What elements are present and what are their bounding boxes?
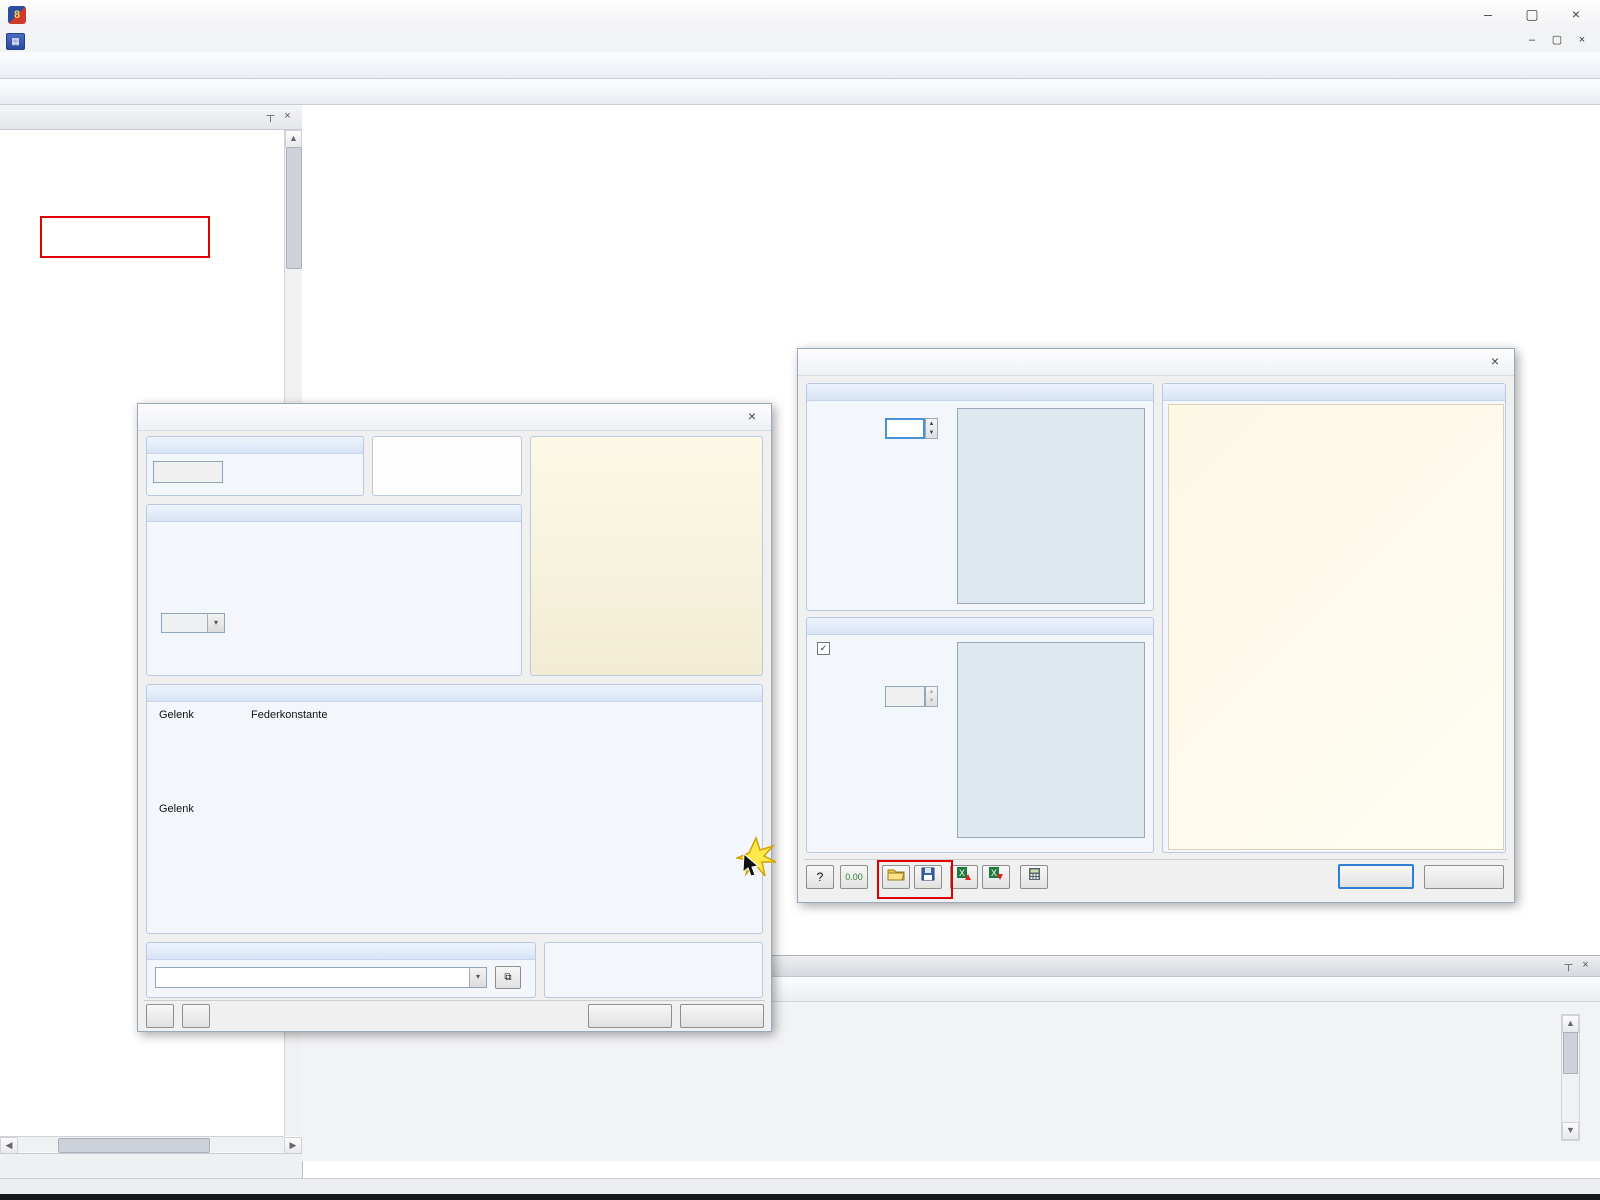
steps-spinner-neg: ▲ ▼ <box>925 686 938 707</box>
group-gelenk-label <box>147 685 762 702</box>
pin-icon[interactable]: ┬ <box>1560 958 1577 974</box>
group-positiver-bereich: ▲ ▼ <box>806 383 1154 611</box>
cancel-button[interactable] <box>680 1004 764 1028</box>
group-kommentar: ▾ ⧉ <box>146 942 536 998</box>
mdi-app-icon: ▦ <box>6 32 25 50</box>
close-icon[interactable]: × <box>1484 352 1506 372</box>
group-empty-top <box>372 436 522 496</box>
navigator-hscrollbar[interactable]: ◀ ▶ <box>0 1137 302 1155</box>
units-button[interactable]: 0.00 <box>840 865 868 889</box>
minimize-button[interactable]: – <box>1466 0 1510 28</box>
mdi-restore-button[interactable]: ▢ <box>1545 32 1569 50</box>
steps-field-neg <box>885 686 925 707</box>
menu-bar: ▦ <box>0 30 1600 53</box>
units-button[interactable] <box>182 1004 210 1028</box>
folge-dropdown[interactable]: ▾ <box>161 613 225 633</box>
hinge-nr-field[interactable] <box>153 461 223 483</box>
excel-export-button[interactable]: X <box>982 865 1010 889</box>
navigator-tabs <box>0 1153 302 1178</box>
symmetric-checkbox[interactable]: ✓ <box>817 642 835 655</box>
close-icon[interactable]: × <box>279 109 296 125</box>
scroll-up-icon[interactable]: ▲ <box>1562 1015 1579 1033</box>
group-gelenkbedingungen: Gelenk Federkonstante Gelenk <box>146 684 763 934</box>
comment-combobox[interactable]: ▾ <box>155 967 487 988</box>
steps-spinner[interactable]: ▲ ▼ <box>925 418 938 439</box>
click-indicator-starburst <box>736 836 776 877</box>
status-bar <box>0 1178 1600 1195</box>
group-bezugssystem: ▾ <box>146 504 522 676</box>
scroll-up-icon[interactable]: ▲ <box>285 130 302 148</box>
close-button[interactable]: × <box>1554 0 1598 28</box>
help-button[interactable] <box>146 1004 174 1028</box>
col-gelenk2-label: Gelenk <box>159 803 194 815</box>
table-vscrollbar[interactable]: ▲ ▼ <box>1561 1014 1580 1141</box>
comment-copy-button[interactable]: ⧉ <box>495 966 521 989</box>
ok-button[interactable] <box>588 1004 672 1028</box>
hinge-illustration <box>530 436 763 676</box>
close-icon[interactable]: × <box>1577 958 1594 974</box>
group-negativer-bereich: ✓ ▲ ▼ <box>806 617 1154 853</box>
navigator-header: ┬ × <box>0 105 302 130</box>
title-bar: 8 – ▢ × <box>0 0 1600 31</box>
mdi-minimize-button[interactable]: – <box>1520 32 1544 50</box>
dialog-title-bar[interactable]: × <box>798 349 1514 376</box>
group-kommentar-label <box>147 943 535 960</box>
toolbar-edit <box>0 79 1600 105</box>
save-diagram-button[interactable] <box>914 865 942 889</box>
svg-text:X: X <box>991 868 997 878</box>
group-nr-label <box>147 437 363 454</box>
col-feder-label: Federkonstante <box>251 709 328 721</box>
bottom-strip <box>0 1194 1600 1200</box>
scroll-down-icon[interactable]: ▼ <box>1562 1122 1579 1140</box>
pos-table[interactable] <box>957 408 1145 604</box>
moment-rotation-diagram <box>1169 405 1501 847</box>
pin-icon[interactable]: ┬ <box>262 109 279 125</box>
steps-field[interactable] <box>885 418 925 439</box>
neg-table[interactable] <box>957 642 1145 838</box>
hinge-axes-illustration <box>531 437 762 675</box>
dialog-nichtlinearitaet: × ▲ ▼ ✓ ▲ ▼ ? 0.00 X X <box>797 348 1515 903</box>
help-button[interactable]: ? <box>806 865 834 889</box>
dialog-title-bar[interactable]: × <box>138 404 771 431</box>
calculator-button[interactable] <box>1020 865 1048 889</box>
svg-text:X: X <box>959 868 965 878</box>
open-diagram-button[interactable] <box>882 865 910 889</box>
cancel-button[interactable] <box>1424 865 1504 889</box>
app-icon: 8 <box>8 6 26 24</box>
group-neg-label <box>807 618 1153 635</box>
group-nr <box>146 436 364 496</box>
group-diagramm <box>1162 383 1506 853</box>
group-bezugssystem-label <box>147 505 521 522</box>
col-gelenk-label: Gelenk <box>159 709 194 721</box>
close-icon[interactable]: × <box>741 407 763 427</box>
ok-button[interactable] <box>1338 864 1414 889</box>
dialog-stabendgelenk: × ▾ Gelenk Federkonstante Gelenk ▾ ⧉ <box>137 403 776 1032</box>
maximize-button[interactable]: ▢ <box>1510 0 1554 28</box>
group-empty-bottom <box>544 942 763 998</box>
group-diagramm-label <box>1163 384 1505 401</box>
toolbar-standard <box>0 52 1600 79</box>
group-pos-label <box>807 384 1153 401</box>
excel-import-button[interactable]: X <box>950 865 978 889</box>
mdi-close-button[interactable]: × <box>1570 32 1594 50</box>
